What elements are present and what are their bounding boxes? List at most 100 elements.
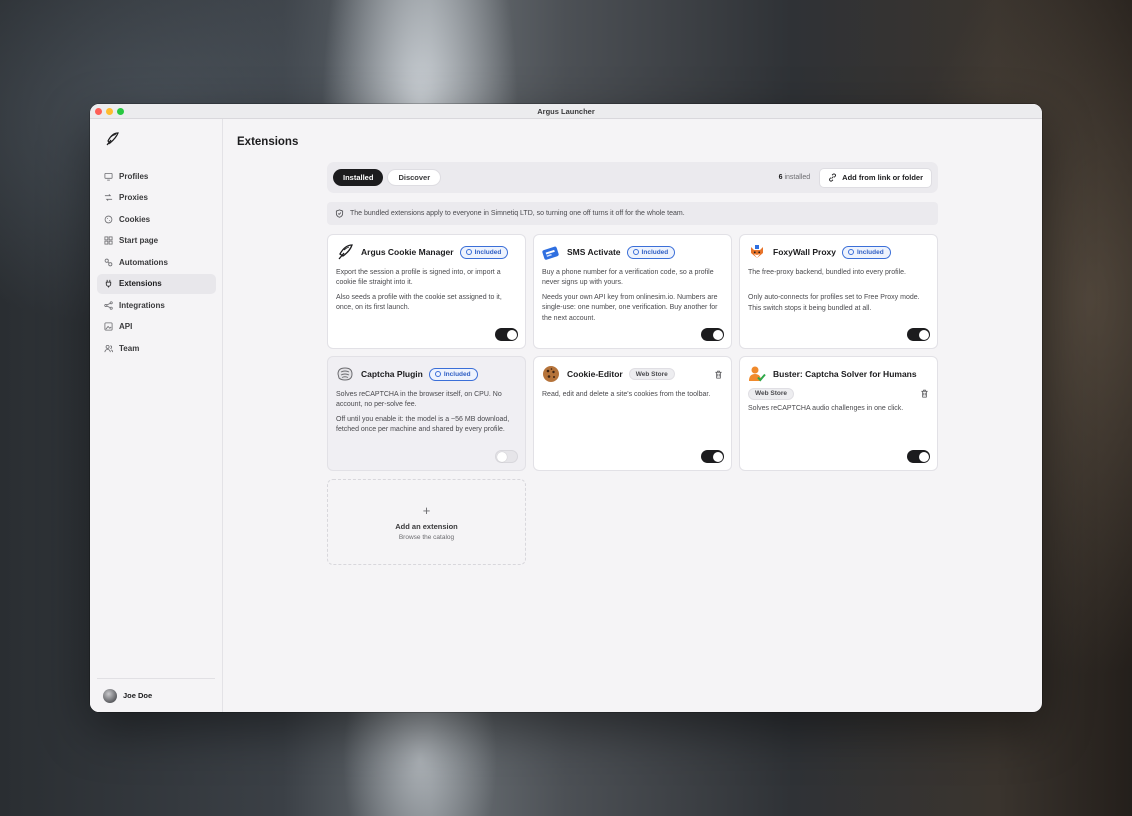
sidebar-item-profiles[interactable]: Profiles — [97, 166, 216, 186]
description-line: The free-proxy backend, bundled into eve… — [748, 269, 906, 276]
description-line: Solves reCAPTCHA audio challenges in one… — [748, 405, 904, 412]
avatar — [103, 688, 117, 703]
extension-card-argus-cookie-manager: Argus Cookie Manager Included Export the… — [327, 234, 526, 349]
user-name: Joe Doe — [123, 691, 153, 700]
enable-toggle[interactable] — [907, 328, 930, 341]
web-store-badge: Web Store — [628, 368, 675, 380]
plug-icon — [105, 279, 112, 288]
link-icon — [104, 258, 113, 266]
minimize-window-button[interactable] — [106, 108, 113, 115]
description-line: Also seeds a profile with the cookie set… — [336, 294, 502, 312]
link-icon — [829, 173, 837, 182]
description-line: Export the session a profile is signed i… — [336, 269, 501, 287]
extension-description: Solves reCAPTCHA in the browser itself, … — [336, 390, 517, 436]
close-window-button[interactable] — [95, 108, 102, 115]
enable-toggle[interactable] — [701, 328, 724, 341]
extension-name: Argus Cookie Manager — [361, 247, 454, 257]
add-from-link-button[interactable]: Add from link or folder — [819, 167, 932, 188]
sidebar-item-label: API — [119, 322, 133, 331]
add-from-link-label: Add from link or folder — [842, 173, 923, 182]
window-title: Argus Launcher — [537, 106, 595, 116]
trash-icon[interactable] — [920, 389, 929, 398]
badge-label: Included — [641, 248, 669, 256]
route-icon — [104, 194, 113, 201]
enable-toggle[interactable] — [495, 328, 518, 341]
notice-text: The bundled extensions apply to everyone… — [350, 210, 685, 217]
extension-name: FoxyWall Proxy — [773, 247, 836, 257]
zoom-window-button[interactable] — [117, 108, 124, 115]
sidebar-item-label: Start page — [119, 236, 159, 245]
add-extension-subtitle: Browse the catalog — [398, 533, 455, 541]
description-line: Read, edit and delete a site's cookies f… — [542, 391, 711, 398]
badge-label: Included — [443, 370, 471, 378]
description-line: Off until you enable it: the model is a … — [336, 416, 510, 434]
badge-label: Included — [856, 248, 884, 256]
add-extension-card[interactable]: + Add an extension Browse the catalog — [327, 479, 526, 565]
sidebar-item-api[interactable]: API — [97, 317, 216, 337]
cookie-icon — [104, 215, 113, 223]
add-extension-title: Add an extension — [395, 521, 458, 531]
image-icon — [104, 322, 113, 331]
extension-description: Export the session a profile is signed i… — [336, 268, 517, 314]
sidebar-item-label: Extensions — [119, 279, 162, 288]
title-bar: Argus Launcher — [90, 104, 1042, 119]
included-badge: Included — [428, 367, 478, 381]
included-badge: Included — [459, 245, 509, 259]
tab-discover[interactable]: Discover — [387, 169, 442, 186]
page-title: Extensions — [237, 136, 299, 148]
users-icon — [104, 344, 113, 352]
description-line: Buy a phone number for a verification co… — [542, 269, 714, 287]
sidebar-item-automations[interactable]: Automations — [97, 252, 216, 272]
trash-icon[interactable] — [714, 370, 723, 379]
included-badge: Included — [626, 245, 676, 259]
description-line: Only auto-connects for profiles set to F… — [748, 294, 920, 312]
extension-card-foxywall-proxy: FoxyWall Proxy Included The free-proxy b… — [739, 234, 938, 349]
enable-toggle[interactable] — [495, 450, 518, 463]
sidebar-item-label: Profiles — [119, 171, 149, 181]
main-content: Extensions Installed Discover 6 installe… — [224, 119, 1042, 712]
sidebar-item-proxies[interactable]: Proxies — [97, 188, 216, 208]
sidebar-item-team[interactable]: Team — [97, 338, 216, 358]
extension-name: Captcha Plugin — [361, 369, 423, 379]
sidebar-item-start-page[interactable]: Start page — [97, 231, 216, 251]
enable-toggle[interactable] — [701, 450, 724, 463]
enable-toggle[interactable] — [907, 450, 930, 463]
user-menu[interactable]: Joe Doe — [97, 678, 215, 704]
sidebar-nav: Profiles Proxies Cookies Start page Auto… — [97, 166, 216, 360]
sidebar-item-label: Automations — [119, 257, 168, 267]
badge-row: Web Store — [748, 386, 929, 401]
sidebar-item-integrations[interactable]: Integrations — [97, 295, 216, 315]
extension-card-cookie-editor: Cookie-Editor Web Store Read, edit and d… — [533, 356, 732, 471]
check-circle-icon — [434, 371, 441, 377]
plus-icon: + — [422, 502, 431, 518]
sidebar: Profiles Proxies Cookies Start page Auto… — [90, 119, 223, 712]
check-circle-icon — [465, 249, 472, 255]
buster-icon — [749, 366, 766, 382]
sms-card-icon — [542, 246, 559, 260]
shield-icon — [335, 209, 344, 218]
extension-description: The free-proxy backend, bundled into eve… — [748, 268, 929, 314]
fox-icon — [751, 245, 763, 258]
check-circle-icon — [632, 249, 639, 255]
extension-description: Solves reCAPTCHA audio challenges in one… — [748, 404, 929, 414]
extension-card-captcha-plugin: Captcha Plugin Included Solves reCAPTCHA… — [327, 356, 526, 471]
sidebar-item-label: Cookies — [119, 214, 151, 224]
share-icon — [104, 300, 113, 310]
badge-label: Included — [474, 248, 502, 256]
web-store-badge: Web Store — [748, 387, 795, 400]
team-notice: The bundled extensions apply to everyone… — [327, 202, 938, 225]
description-line: Needs your own API key from onlinesim.io… — [542, 294, 718, 322]
included-badge: Included — [841, 245, 891, 259]
sidebar-item-label: Team — [119, 343, 140, 353]
sidebar-item-label: Integrations — [119, 300, 165, 310]
extension-name: Buster: Captcha Solver for Humans — [773, 369, 917, 379]
sidebar-item-cookies[interactable]: Cookies — [97, 209, 216, 229]
extension-name: Cookie-Editor — [567, 369, 623, 379]
extension-description: Read, edit and delete a site's cookies f… — [542, 390, 723, 400]
extensions-toolbar: Installed Discover 6 installed Add from … — [327, 162, 938, 193]
tab-installed[interactable]: Installed — [333, 169, 384, 186]
argus-logo-icon[interactable] — [104, 131, 120, 147]
description-line: Solves reCAPTCHA in the browser itself, … — [336, 391, 502, 409]
extension-card-buster: Buster: Captcha Solver for Humans Web St… — [739, 356, 938, 471]
sidebar-item-extensions[interactable]: Extensions — [97, 273, 216, 294]
